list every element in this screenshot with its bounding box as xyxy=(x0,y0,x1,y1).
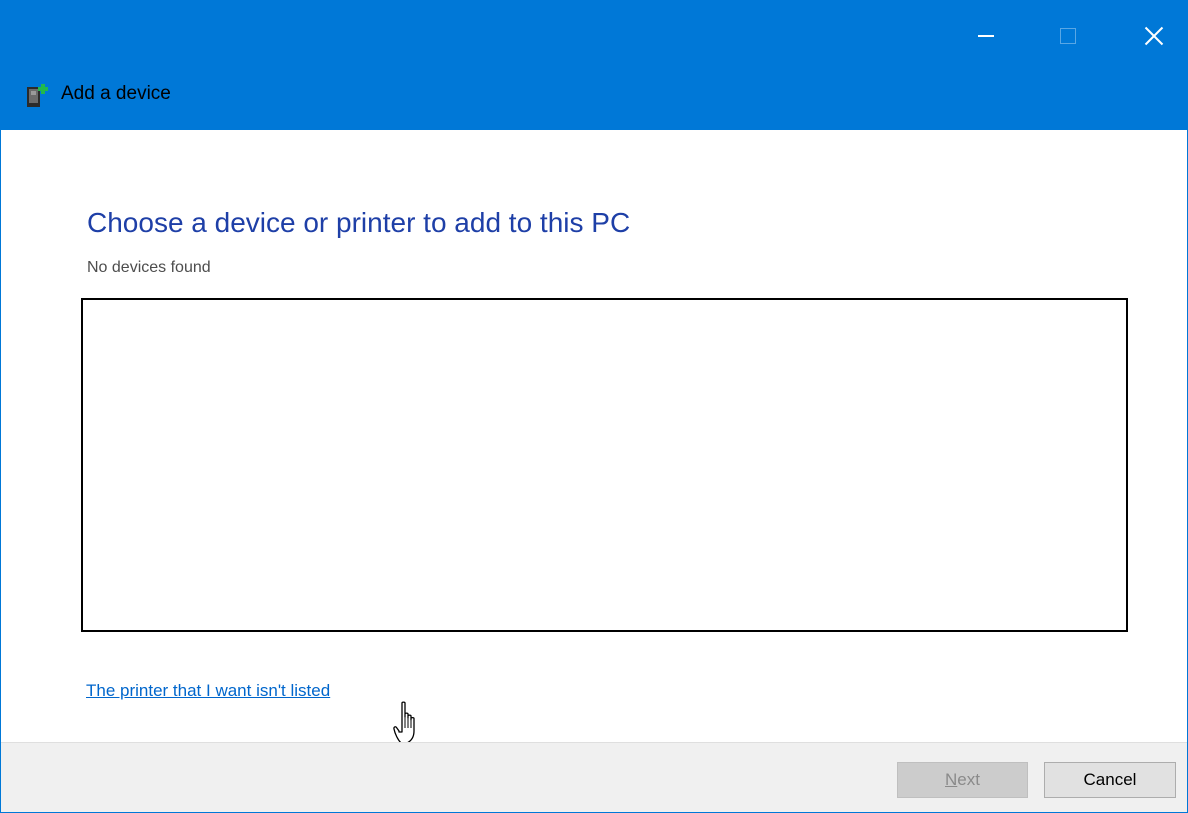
printer-not-listed-link[interactable]: The printer that I want isn't listed xyxy=(86,681,330,701)
dialog-footer: Next Cancel xyxy=(1,742,1187,812)
minimize-icon xyxy=(978,35,994,37)
close-icon xyxy=(1144,26,1164,46)
status-text: No devices found xyxy=(87,259,211,276)
cancel-button[interactable]: Cancel xyxy=(1044,762,1176,798)
window-title: Add a device xyxy=(61,83,171,104)
minimize-button[interactable] xyxy=(963,1,1009,71)
title-bar[interactable]: Add a device xyxy=(1,1,1187,130)
maximize-icon xyxy=(1060,28,1076,44)
maximize-button[interactable] xyxy=(1045,1,1091,71)
next-label: ext xyxy=(957,770,980,789)
next-mnemonic: N xyxy=(945,770,958,789)
next-button[interactable]: Next xyxy=(897,762,1028,798)
add-device-icon xyxy=(27,84,48,107)
close-button[interactable] xyxy=(1131,1,1177,71)
device-list[interactable] xyxy=(81,298,1128,632)
page-heading: Choose a device or printer to add to thi… xyxy=(87,207,631,238)
add-device-window: Add a device Choose a device or printer … xyxy=(0,0,1188,813)
